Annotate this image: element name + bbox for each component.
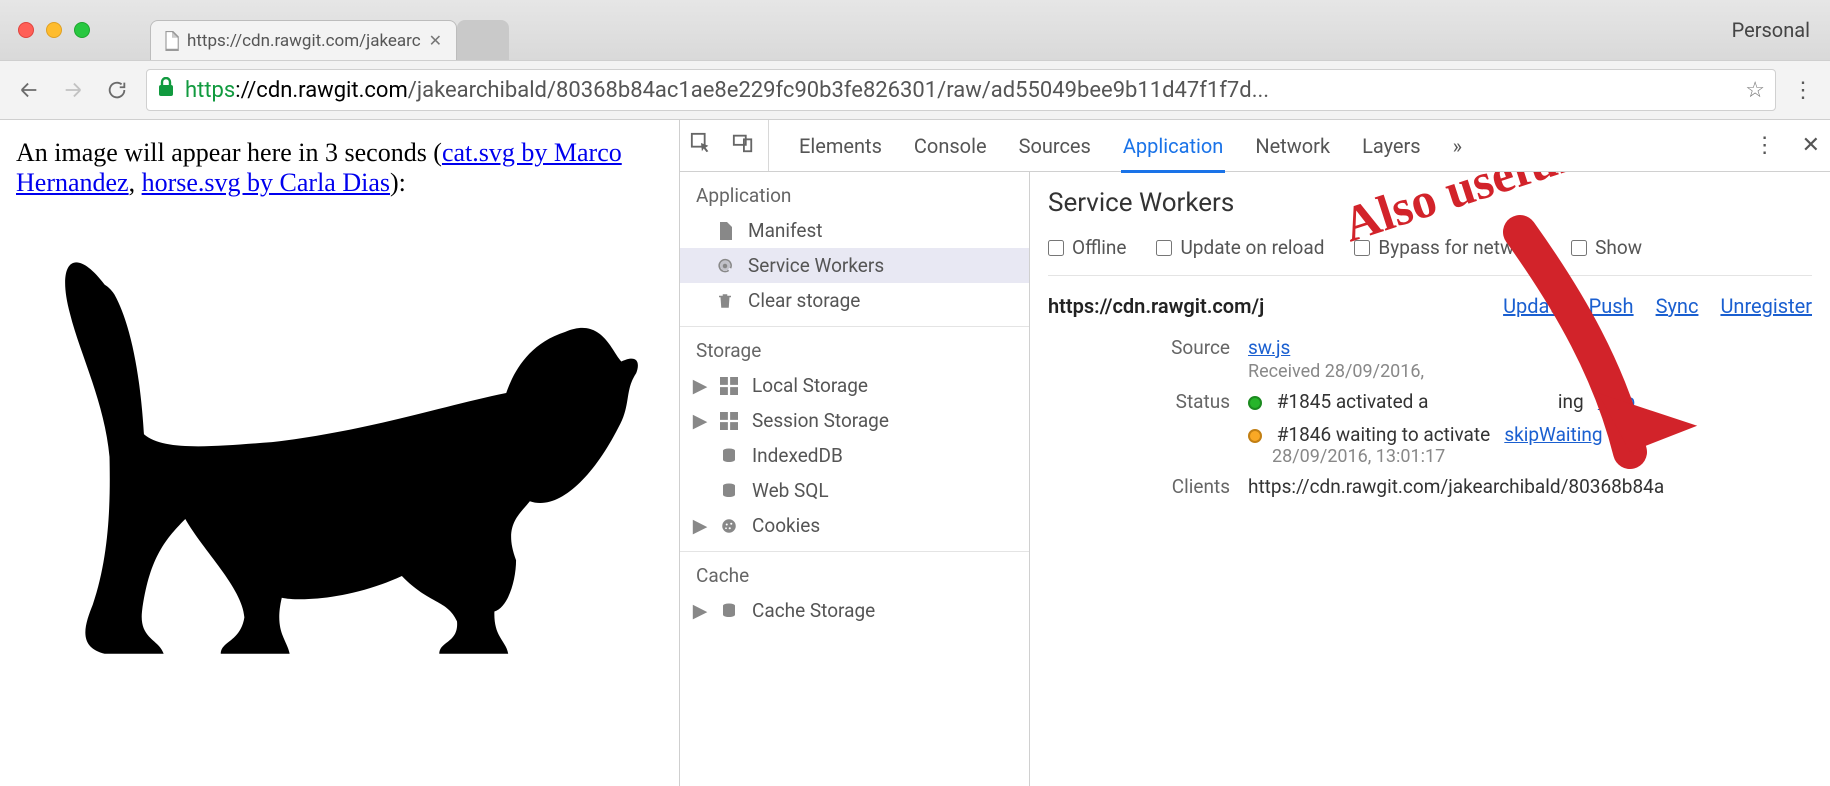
browser-menu-button[interactable]: ⋮	[1790, 78, 1816, 103]
scope-url: https://cdn.rawgit.com/j	[1048, 294, 1264, 318]
panel-title: Service Workers	[1048, 188, 1812, 218]
status-dot-waiting	[1248, 429, 1262, 443]
file-icon	[716, 222, 734, 240]
label-clients: Clients	[1048, 475, 1248, 498]
application-sidebar: Application Manifest Service Workers Cle…	[680, 172, 1030, 786]
sidebar-section-cache: Cache	[680, 552, 1029, 593]
chevron-right-icon: ▶	[694, 514, 706, 537]
checkbox-bypass-network[interactable]: Bypass for network	[1354, 236, 1541, 259]
database-icon	[720, 447, 738, 465]
grid-icon	[720, 412, 738, 430]
action-skipwaiting[interactable]: skipWaiting	[1504, 423, 1602, 446]
forward-button[interactable]	[58, 75, 88, 105]
status-dot-active	[1248, 396, 1262, 410]
trash-icon	[716, 292, 734, 310]
sidebar-item-clear-storage[interactable]: Clear storage	[680, 283, 1029, 318]
service-worker-options: Offline Update on reload Bypass for netw…	[1048, 236, 1812, 276]
source-link[interactable]: sw.js	[1248, 336, 1290, 359]
page-text: An image will appear here in 3 seconds (…	[16, 138, 663, 198]
sidebar-item-local-storage[interactable]: ▶ Local Storage	[680, 368, 1029, 403]
tabs-overflow[interactable]: »	[1451, 134, 1464, 158]
profile-label[interactable]: Personal	[1732, 18, 1810, 42]
maximize-window-button[interactable]	[74, 22, 90, 38]
status-waiting-time: 28/09/2016, 13:01:17	[1272, 446, 1812, 467]
action-update[interactable]: Update	[1503, 294, 1567, 318]
url-path: /jakearchibald/80368b84ac1ae8e229fc90b3f…	[408, 78, 1269, 103]
sidebar-item-manifest[interactable]: Manifest	[680, 213, 1029, 248]
tab-elements[interactable]: Elements	[797, 134, 884, 158]
sidebar-item-web-sql[interactable]: ▶ Web SQL	[680, 473, 1029, 508]
bookmark-star-icon[interactable]: ☆	[1745, 78, 1765, 103]
url-host: ://cdn.rawgit.com	[235, 78, 408, 103]
grid-icon	[720, 377, 738, 395]
cat-image	[16, 202, 663, 709]
action-stop[interactable]: stop	[1598, 390, 1635, 413]
window-controls	[18, 22, 90, 38]
service-workers-panel: Service Workers Offline Update on reload…	[1030, 172, 1830, 786]
devtools-menu-icon[interactable]: ⋮	[1754, 133, 1776, 158]
tab-network[interactable]: Network	[1253, 134, 1332, 158]
tab-title: https://cdn.rawgit.com/jakearc	[187, 31, 421, 51]
back-button[interactable]	[14, 75, 44, 105]
tab-sources[interactable]: Sources	[1017, 134, 1093, 158]
label-source: Source	[1048, 336, 1248, 382]
label-status: Status	[1048, 390, 1248, 467]
sidebar-item-cookies[interactable]: ▶ Cookies	[680, 508, 1029, 543]
minimize-window-button[interactable]	[46, 22, 62, 38]
database-icon	[720, 482, 738, 500]
status-activated-text: #1845 activated a	[1277, 390, 1429, 413]
inspect-element-icon[interactable]	[690, 132, 712, 159]
action-push[interactable]: Push	[1589, 294, 1634, 318]
new-tab-button[interactable]	[457, 20, 509, 60]
sidebar-section-storage: Storage	[680, 327, 1029, 368]
tab-application[interactable]: Application	[1121, 134, 1225, 173]
window-titlebar: https://cdn.rawgit.com/jakearc ✕ Persona…	[0, 0, 1830, 60]
device-toolbar-icon[interactable]	[732, 132, 754, 159]
source-received: Received 28/09/2016,	[1248, 361, 1424, 382]
chevron-right-icon: ▶	[694, 374, 706, 397]
sidebar-item-indexeddb[interactable]: ▶ IndexedDB	[680, 438, 1029, 473]
link-horse-svg[interactable]: horse.svg by Carla Dias	[142, 168, 390, 197]
tab-layers[interactable]: Layers	[1360, 134, 1423, 158]
address-bar[interactable]: https://cdn.rawgit.com/jakearchibald/803…	[146, 69, 1776, 111]
tab-console[interactable]: Console	[912, 134, 989, 158]
reload-button[interactable]	[102, 75, 132, 105]
checkbox-update-on-reload[interactable]: Update on reload	[1156, 236, 1324, 259]
sidebar-section-application: Application	[680, 172, 1029, 213]
action-sync[interactable]: Sync	[1656, 294, 1699, 318]
tab-close-icon[interactable]: ✕	[429, 31, 442, 50]
close-window-button[interactable]	[18, 22, 34, 38]
status-waiting-text: #1846 waiting to activate	[1277, 423, 1490, 446]
cookie-icon	[720, 517, 738, 535]
chevron-right-icon: ▶	[694, 599, 706, 622]
sidebar-item-session-storage[interactable]: ▶ Session Storage	[680, 403, 1029, 438]
web-page-content: An image will appear here in 3 seconds (…	[0, 120, 680, 786]
lock-icon	[157, 77, 175, 103]
chevron-right-icon: ▶	[694, 409, 706, 432]
browser-toolbar: https://cdn.rawgit.com/jakearchibald/803…	[0, 60, 1830, 120]
sidebar-item-service-workers[interactable]: Service Workers	[680, 248, 1029, 283]
devtools-close-icon[interactable]: ✕	[1802, 133, 1820, 158]
browser-tab-active[interactable]: https://cdn.rawgit.com/jakearc ✕	[150, 20, 457, 60]
devtools-tabbar: Elements Console Sources Application Net…	[680, 120, 1830, 172]
action-unregister[interactable]: Unregister	[1720, 294, 1812, 318]
file-icon	[163, 31, 179, 51]
gear-icon	[716, 257, 734, 275]
database-icon	[720, 602, 738, 620]
checkbox-offline[interactable]: Offline	[1048, 236, 1126, 259]
clients-url: https://cdn.rawgit.com/jakearchibald/803…	[1248, 475, 1812, 498]
checkbox-show-all[interactable]: Show	[1571, 236, 1642, 259]
devtools-panel: Elements Console Sources Application Net…	[680, 120, 1830, 786]
url-scheme: https	[185, 78, 235, 103]
sidebar-item-cache-storage[interactable]: ▶ Cache Storage	[680, 593, 1029, 628]
